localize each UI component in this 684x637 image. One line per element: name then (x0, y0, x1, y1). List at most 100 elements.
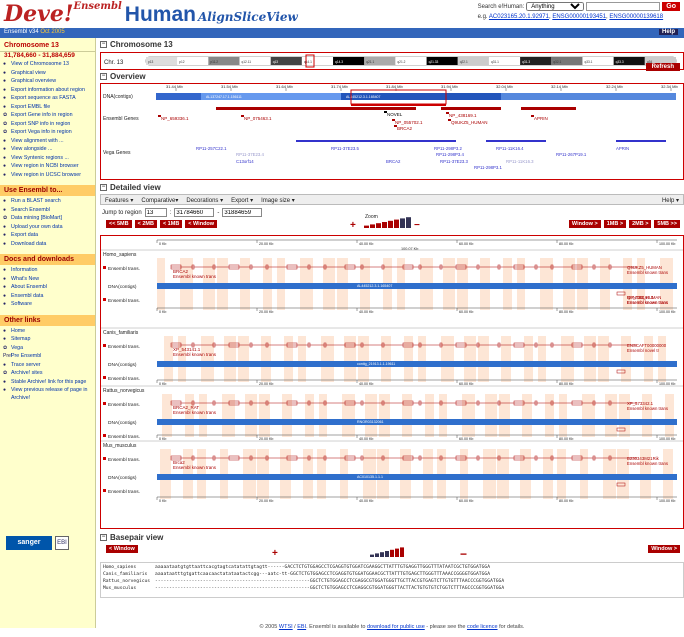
sidebar-link[interactable]: ● Home (3, 328, 92, 336)
sidebar-link[interactable]: ● Sitemap (3, 336, 92, 344)
gene-bar (521, 107, 576, 110)
jump-end-input[interactable] (222, 208, 263, 217)
nav-back-5mb[interactable]: << 5MB (106, 220, 132, 228)
ebi-link[interactable]: EBI (297, 624, 306, 630)
sidebar-link[interactable]: ✿ Export Vega info in region (3, 129, 92, 137)
sidebar-link[interactable]: ✿ Export SNP info in region (3, 121, 92, 129)
menu-export[interactable]: Export ▾ (231, 197, 253, 204)
sidebar-link[interactable]: ● View alignment with ... (3, 138, 92, 146)
alignment-species: Homo_sapiens (103, 565, 137, 570)
ruler-tick-label: 40.00 Kb (359, 499, 373, 503)
nav-back-1mb[interactable]: < 1MB (159, 220, 183, 228)
sanger-logo[interactable]: sanger (6, 536, 52, 550)
sidebar-link[interactable]: ● Export data (3, 232, 92, 240)
menu-image-size[interactable]: Image size ▾ (261, 197, 295, 204)
nav-fwd-window[interactable]: Window > (568, 220, 601, 228)
help-button[interactable]: Help (658, 29, 678, 35)
nav-back-2mb[interactable]: < 2MB (134, 220, 157, 228)
species-name: Canis_familiaris (103, 330, 139, 336)
ruler-tick-label: 60.00 Kb (459, 437, 473, 441)
sidebar-link[interactable]: ✿ Export Gene info in region (3, 112, 92, 120)
sidebar-link[interactable]: Pre! Pre Ensembl (3, 353, 92, 361)
sidebar-link[interactable]: ● About Ensembl (3, 284, 92, 292)
nav-back-window[interactable]: < Window (185, 220, 218, 228)
example-link[interactable]: ENSG00000139618 (609, 14, 663, 20)
licence-link[interactable]: code licence (467, 624, 498, 630)
sidebar-link[interactable]: ● Trace server (3, 362, 92, 370)
sidebar-link[interactable]: ● View region in UCSC browser (3, 172, 92, 180)
jump-chr-input[interactable] (144, 208, 167, 217)
species-name: Rattus_norvegicus (103, 388, 145, 394)
nav-fwd-5mb[interactable]: 5MB >> (654, 220, 680, 228)
sidebar-link[interactable]: ● Software (3, 301, 92, 309)
jump-label: Jump to region (102, 209, 142, 216)
collapse-toggle[interactable]: − (100, 184, 107, 191)
sidebar-link[interactable]: ● View region in NCBI browser (3, 163, 92, 171)
basepair-window-right[interactable]: Window > (648, 545, 680, 553)
sidebar-link[interactable]: ● Upload your own data (3, 224, 92, 232)
sidebar-link[interactable]: ✿ Vega (3, 345, 92, 353)
collapse-toggle[interactable]: − (100, 41, 107, 48)
sidebar-link[interactable]: ● Search Ensembl (3, 207, 92, 215)
sidebar-link-label: Trace server (11, 361, 41, 368)
sidebar-location: 31,784,660 - 31,884,659 (4, 52, 75, 59)
sidebar-link-label: View of Chromosome 13 (11, 61, 69, 67)
release-label: Ensembl v34 (4, 29, 39, 35)
basepair-window-left[interactable]: < Window (106, 545, 138, 553)
sidebar-link[interactable]: ● View Syntenic regions ... (3, 155, 92, 163)
chromosome-label: Chr. 13 (104, 60, 124, 66)
wtsi-link[interactable]: WTSI (279, 624, 293, 630)
sidebar-link[interactable]: ● Export sequence as FASTA (3, 95, 92, 103)
menu-help[interactable]: Help ▾ (662, 197, 679, 204)
sidebar-link[interactable]: ● Run a BLAST search (3, 198, 92, 206)
menu-features[interactable]: Features ▾ (105, 197, 133, 204)
example-link[interactable]: AC023165.20.1.92971 (489, 14, 549, 20)
sidebar-link[interactable]: ● Graphical view (3, 70, 92, 78)
sidebar-link[interactable]: ● View previous release of page in Archiv… (3, 387, 92, 402)
sidebar-link-label: Stable Archive! link for this page (11, 378, 87, 385)
sidebar-link[interactable]: ● Stable Archive! link for this page (3, 379, 92, 387)
nav-fwd-2mb[interactable]: 2MB > (629, 220, 652, 228)
basepair-zoom-control[interactable]: + − (270, 545, 470, 559)
ruler-tick-label: 80.00 Kb (559, 382, 573, 386)
sidebar-link[interactable]: ● What's New (3, 276, 92, 284)
sidebar-link[interactable]: ● Ensembl data (3, 293, 92, 301)
menu-comparative[interactable]: Comparative▾ (141, 197, 178, 204)
sidebar-link[interactable]: ● Graphical overview (3, 78, 92, 86)
search-type-select[interactable]: Anything (526, 2, 585, 11)
go-button[interactable]: Go (662, 2, 680, 11)
ebi-logo[interactable]: EBI (55, 536, 69, 550)
detailed-view-image[interactable]: 0 Kb 20.00 Kb 40.00 Kb 60.00 Kb 80.00 Kb 100.… (101, 236, 683, 528)
sidebar-link[interactable]: ● Download data (3, 241, 92, 249)
nav-fwd-1mb[interactable]: 1MB > (603, 220, 627, 228)
ruler-tick-label: 20.00 Kb (259, 242, 273, 246)
sidebar-docs-title: Docs and downloads (0, 254, 95, 265)
zoom-control[interactable]: Zoom + − (350, 212, 420, 230)
collapse-toggle[interactable]: − (100, 73, 107, 80)
overview-tick-label: 32.24 Mb (606, 84, 623, 89)
collapse-toggle[interactable]: − (100, 534, 107, 541)
search-input[interactable] (586, 2, 661, 11)
example-link[interactable]: ENSG00000193451 (552, 14, 606, 20)
overview-section-title: − Overview (100, 72, 146, 81)
sidebar-link[interactable]: ● Export EMBL file (3, 104, 92, 112)
sidebar-link-label: Export Gene info in region (11, 112, 73, 118)
ruler-tick-label: 100.00 Kb (659, 382, 675, 386)
ensembl-logo[interactable]: Deve!Ensembl Human AlignSliceView (4, 1, 298, 27)
download-link[interactable]: download for public use (367, 624, 425, 630)
ruler-tick-label: 100.00 Kb (659, 437, 675, 441)
jump-start-input[interactable] (174, 208, 215, 217)
chromosome-ideogram[interactable]: Chr. 13 p13 p12 p11.2 q12.11 q13 q14.1 q14.3 q21… (101, 53, 683, 69)
sidebar-link[interactable]: ✿ Archive! sites (3, 370, 92, 378)
bullet-icon: ● (3, 284, 7, 290)
menu-decorations[interactable]: Decorations ▾ (186, 197, 223, 204)
sidebar-link[interactable]: ● Information (3, 267, 92, 275)
sidebar-link[interactable]: ● View alongside ... (3, 146, 92, 154)
navigation-row: << 5MB < 2MB < 1MB < Window Zoom + − Windo… (100, 214, 684, 232)
overview-image[interactable]: 31.44 Mb 31.54 Mb 31.64 Mb 31.74 Mb 31.84 Mb… (101, 84, 683, 179)
refresh-button[interactable]: Refresh (645, 63, 680, 71)
sidebar-link[interactable]: ● Export information about region (3, 87, 92, 95)
sidebar-link[interactable]: ✿ Data mining [BioMart] (3, 215, 92, 223)
ruler-tick-label: 0 Kb (159, 242, 166, 246)
sidebar-link[interactable]: ● View of Chromosome 13 (3, 61, 92, 69)
